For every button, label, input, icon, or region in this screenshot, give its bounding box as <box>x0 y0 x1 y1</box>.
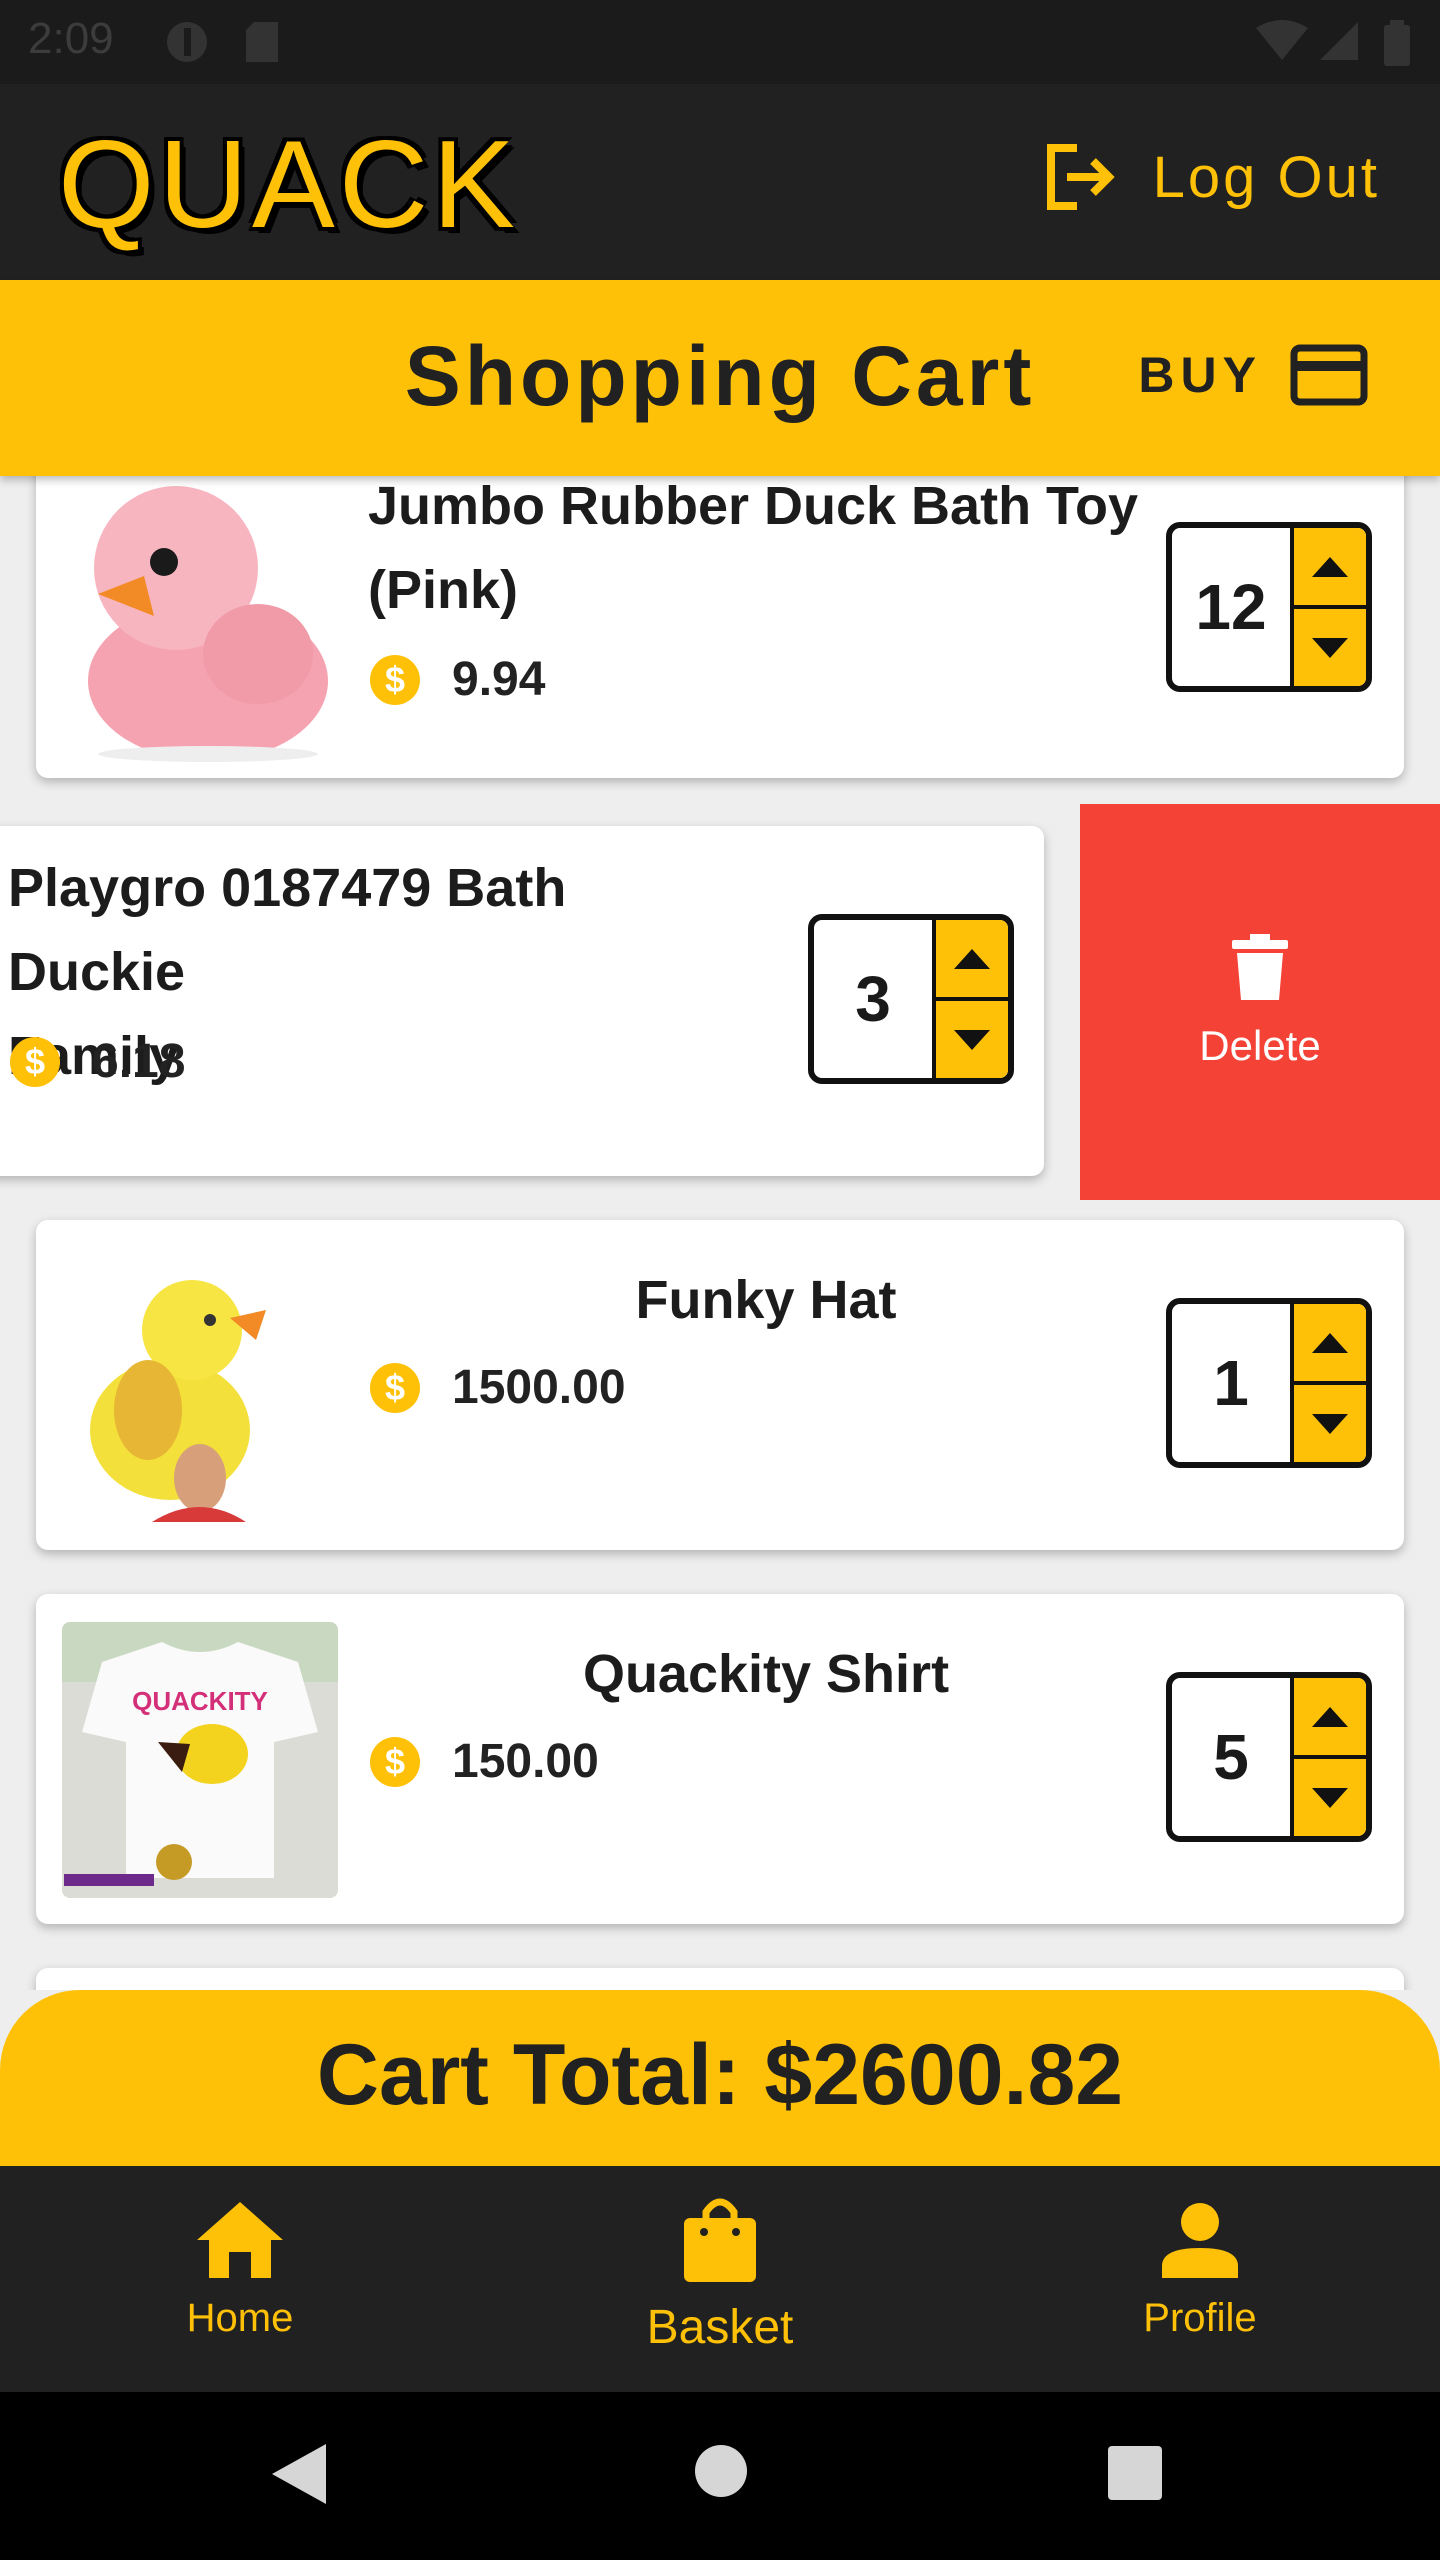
home-icon <box>197 2202 283 2278</box>
price-value: 9.94 <box>452 653 546 706</box>
svg-text:QUACKITY: QUACKITY <box>132 1686 268 1716</box>
quantity-stepper[interactable]: 5 <box>1166 1672 1372 1842</box>
app-bar: QUACK Log Out <box>0 84 1440 280</box>
chevron-up-icon <box>954 948 990 969</box>
cart-item[interactable] <box>36 1968 1404 1990</box>
cart-item[interactable]: QUACKITY Quackity Shirt $ 150.00 5 <box>36 1594 1404 1924</box>
product-name-line1: Jumbo Rubber Duck Bath Toy <box>368 476 1139 536</box>
product-price: $ 6.18 <box>10 1034 185 1089</box>
product-name-line2: (Pink) <box>368 560 519 620</box>
quantity-stepper[interactable]: 1 <box>1166 1298 1372 1468</box>
product-name: Quackity Shirt <box>582 1644 950 1704</box>
nav-home-label: Home <box>186 2296 294 2340</box>
product-image: QUACKITY <box>62 1622 338 1898</box>
battery-icon <box>1384 20 1410 66</box>
product-price: $ 9.94 <box>370 652 545 707</box>
status-time: 2:09 <box>28 14 114 63</box>
nav-profile-label: Profile <box>1143 2296 1257 2340</box>
decrease-quantity-button[interactable] <box>1294 605 1366 686</box>
dollar-coin-icon: $ <box>370 1736 420 1787</box>
logout-label: Log Out <box>1152 144 1380 210</box>
nav-basket-label: Basket <box>646 2301 794 2354</box>
chevron-up-icon <box>1312 1332 1348 1353</box>
buy-label: BUY <box>1138 347 1262 403</box>
chevron-up-icon <box>1312 556 1348 577</box>
chevron-down-icon <box>954 1029 990 1050</box>
home-circle-icon[interactable] <box>694 2444 748 2498</box>
sd-card-icon <box>246 22 278 62</box>
status-bar: 2:09 <box>0 0 1440 84</box>
quantity-value: 1 <box>1172 1304 1294 1462</box>
buy-button[interactable]: BUY <box>1138 344 1368 406</box>
bottom-navigation: Home Basket Profile <box>0 2166 1440 2392</box>
back-icon[interactable] <box>272 2444 328 2504</box>
chevron-down-icon <box>1312 1787 1348 1808</box>
quantity-stepper[interactable]: 12 <box>1166 522 1372 692</box>
dollar-coin-icon: $ <box>370 654 420 705</box>
product-image <box>58 476 348 766</box>
product-price: $ 1500.00 <box>370 1360 626 1415</box>
increase-quantity-button[interactable] <box>1294 1304 1366 1381</box>
system-navigation <box>0 2392 1440 2560</box>
credit-card-icon <box>1290 344 1368 406</box>
nav-home[interactable]: Home <box>90 2202 390 2341</box>
cart-item[interactable]: Jumbo Rubber Duck Bath Toy (Pink) $ 9.94… <box>36 476 1404 778</box>
increase-quantity-button[interactable] <box>936 920 1008 997</box>
signal-icon <box>1320 22 1358 60</box>
chevron-down-icon <box>1312 637 1348 658</box>
nav-profile[interactable]: Profile <box>1050 2202 1350 2341</box>
delete-button[interactable]: Delete <box>1080 804 1440 1200</box>
product-image <box>60 1260 300 1522</box>
cart-item[interactable]: Funky Hat $ 1500.00 1 <box>36 1220 1404 1550</box>
increase-quantity-button[interactable] <box>1294 528 1366 605</box>
dollar-coin-icon: $ <box>370 1362 420 1413</box>
cart-header: Shopping Cart BUY <box>0 280 1440 476</box>
trash-icon <box>1232 934 1288 1000</box>
quantity-value: 12 <box>1172 528 1294 686</box>
dollar-coin-icon: $ <box>10 1036 60 1087</box>
decrease-quantity-button[interactable] <box>1294 1755 1366 1836</box>
shopping-bag-icon <box>684 2198 756 2282</box>
increase-quantity-button[interactable] <box>1294 1678 1366 1755</box>
recents-icon[interactable] <box>1108 2446 1162 2500</box>
app-notification-icon <box>167 22 207 62</box>
decrease-quantity-button[interactable] <box>1294 1381 1366 1462</box>
cart-total-bar: Cart Total: $2600.82 <box>0 1990 1440 2166</box>
product-name: Jumbo Rubber Duck Bath Toy (Pink) <box>368 476 1168 632</box>
chevron-down-icon <box>1312 1413 1348 1434</box>
logout-icon <box>1046 144 1115 210</box>
logout-button[interactable]: Log Out <box>1043 142 1380 212</box>
price-value: 6.18 <box>92 1035 186 1088</box>
cart-list[interactable]: Jumbo Rubber Duck Bath Toy (Pink) $ 9.94… <box>0 476 1440 1990</box>
quantity-value: 3 <box>814 920 936 1078</box>
quantity-value: 5 <box>1172 1678 1294 1836</box>
price-value: 1500.00 <box>452 1361 626 1414</box>
chevron-up-icon <box>1312 1706 1348 1727</box>
product-price: $ 150.00 <box>370 1734 599 1789</box>
cart-item[interactable]: Playgro 0187479 Bath Duckie Family $ 6.1… <box>0 826 1044 1176</box>
product-name: Funky Hat <box>635 1270 897 1330</box>
wifi-icon <box>1256 20 1308 60</box>
person-icon <box>1162 2203 1238 2278</box>
quantity-stepper[interactable]: 3 <box>808 914 1014 1084</box>
price-value: 150.00 <box>452 1735 599 1788</box>
delete-label: Delete <box>1199 1022 1321 1069</box>
product-name-line1: Playgro 0187479 Bath Duckie <box>8 858 567 1002</box>
nav-basket[interactable]: Basket <box>570 2196 870 2355</box>
cart-total: Cart Total: $2600.82 <box>316 2027 1124 2123</box>
app-logo: QUACK <box>58 116 519 254</box>
decrease-quantity-button[interactable] <box>936 997 1008 1078</box>
